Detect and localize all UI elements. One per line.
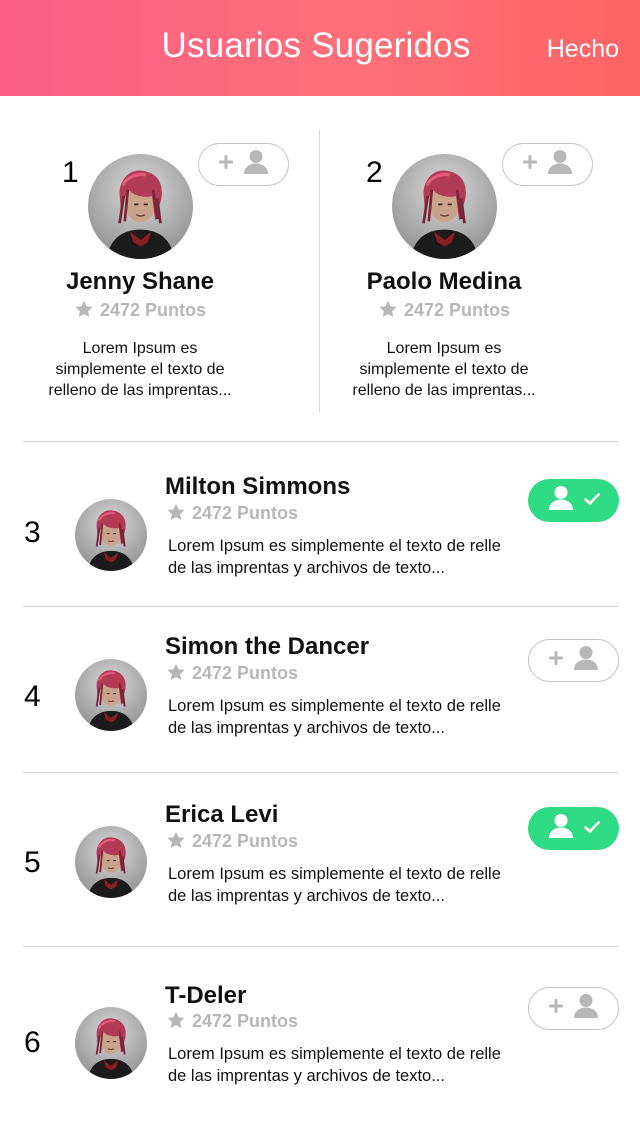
user-points: 2472 Puntos bbox=[166, 1011, 298, 1035]
follow-button[interactable] bbox=[528, 987, 619, 1030]
user-points: 2472 Puntos bbox=[166, 831, 298, 855]
plus-icon bbox=[522, 155, 537, 174]
points-label: 2472 Puntos bbox=[192, 663, 299, 683]
avatar[interactable] bbox=[75, 499, 147, 571]
check-icon bbox=[583, 492, 600, 510]
list-item[interactable]: 4 Simon the Dancer 2472 Puntos Lorem Ips… bbox=[0, 607, 640, 772]
points-label: 2472 Puntos bbox=[192, 831, 299, 851]
description-line: Lorem Ipsum es bbox=[386, 340, 502, 357]
points-label: 2472 Puntos bbox=[192, 503, 299, 523]
user-description: Lorem Ipsum es simplemente el texto de r… bbox=[334, 338, 554, 401]
page-title: Usuarios Sugeridos bbox=[161, 26, 471, 65]
list-item[interactable]: 3 Milton Simmons 2472 Puntos Lorem Ipsum… bbox=[0, 442, 640, 606]
avatar[interactable] bbox=[88, 154, 193, 259]
description-line: Lorem Ipsum es simplemente el texto de r… bbox=[168, 697, 501, 715]
user-name[interactable]: Milton Simmons bbox=[165, 473, 350, 501]
description-line: de las imprentas y archivos de texto... bbox=[168, 559, 445, 577]
user-points: 2472 Puntos bbox=[304, 300, 584, 324]
description-line: simplemente el texto de bbox=[55, 361, 225, 378]
description-line: relleno de las imprentas... bbox=[352, 382, 536, 399]
description-line: simplemente el texto de bbox=[359, 361, 529, 378]
description-line: Lorem Ipsum es simplemente el texto de r… bbox=[168, 537, 501, 555]
user-name[interactable]: Paolo Medina bbox=[304, 268, 584, 296]
rank-number: 1 bbox=[62, 156, 79, 189]
star-icon bbox=[166, 663, 186, 687]
user-icon bbox=[573, 993, 599, 1024]
avatar[interactable] bbox=[75, 826, 147, 898]
description-line: Lorem Ipsum es simplemente el texto de r… bbox=[168, 865, 501, 883]
plus-icon bbox=[548, 999, 563, 1018]
list-item[interactable]: 5 Erica Levi 2472 Puntos Lorem Ipsum es … bbox=[0, 773, 640, 946]
user-name[interactable]: Jenny Shane bbox=[0, 268, 280, 296]
star-icon bbox=[166, 831, 186, 855]
done-button[interactable]: Hecho bbox=[547, 35, 619, 64]
description-line: de las imprentas y archivos de texto... bbox=[168, 1067, 445, 1085]
points-label: 2472 Puntos bbox=[99, 300, 207, 320]
user-description: Lorem Ipsum es simplemente el texto de r… bbox=[168, 695, 528, 739]
avatar[interactable] bbox=[75, 659, 147, 731]
rank-number: 6 bbox=[24, 1026, 41, 1059]
follow-button[interactable] bbox=[528, 639, 619, 682]
user-description: Lorem Ipsum es simplemente el texto de r… bbox=[168, 863, 528, 907]
plus-icon bbox=[548, 651, 563, 670]
follow-button[interactable] bbox=[502, 143, 593, 186]
user-icon bbox=[547, 149, 573, 180]
user-icon bbox=[548, 485, 574, 516]
list-item[interactable]: 6 T-Deler 2472 Puntos Lorem Ipsum es sim… bbox=[0, 947, 640, 1127]
user-description: Lorem Ipsum es simplemente el texto de r… bbox=[30, 338, 250, 401]
check-icon bbox=[583, 820, 600, 838]
follow-button[interactable] bbox=[528, 479, 619, 522]
avatar[interactable] bbox=[75, 1007, 147, 1079]
rank-number: 5 bbox=[24, 846, 41, 879]
featured-user-card[interactable]: 1 Jenny Shane 2472 Puntos Lorem Ipsum es… bbox=[0, 128, 320, 412]
user-points: 2472 Puntos bbox=[166, 663, 298, 687]
star-icon bbox=[166, 1011, 186, 1035]
user-icon bbox=[243, 149, 269, 180]
user-description: Lorem Ipsum es simplemente el texto de r… bbox=[168, 535, 528, 579]
description-line: Lorem Ipsum es bbox=[82, 340, 198, 357]
app-header: Usuarios Sugeridos Hecho bbox=[0, 0, 640, 96]
avatar[interactable] bbox=[392, 154, 497, 259]
user-icon bbox=[548, 813, 574, 844]
user-name[interactable]: Simon the Dancer bbox=[165, 633, 369, 661]
user-name[interactable]: Erica Levi bbox=[165, 801, 278, 829]
description-line: de las imprentas y archivos de texto... bbox=[168, 887, 445, 905]
user-icon bbox=[573, 645, 599, 676]
rank-number: 4 bbox=[24, 680, 41, 713]
points-label: 2472 Puntos bbox=[403, 300, 511, 320]
follow-button[interactable] bbox=[198, 143, 289, 186]
user-name[interactable]: T-Deler bbox=[165, 982, 246, 1010]
description-line: relleno de las imprentas... bbox=[48, 382, 232, 399]
featured-user-card[interactable]: 2 Paolo Medina 2472 Puntos Lorem Ipsum e… bbox=[320, 128, 640, 412]
description-line: Lorem Ipsum es simplemente el texto de r… bbox=[168, 1045, 501, 1063]
follow-button[interactable] bbox=[528, 807, 619, 850]
user-points: 2472 Puntos bbox=[166, 503, 298, 527]
user-description: Lorem Ipsum es simplemente el texto de r… bbox=[168, 1043, 528, 1087]
star-icon bbox=[378, 300, 398, 324]
description-line: de las imprentas y archivos de texto... bbox=[168, 719, 445, 737]
star-icon bbox=[166, 503, 186, 527]
user-points: 2472 Puntos bbox=[0, 300, 280, 324]
rank-number: 2 bbox=[366, 156, 383, 189]
star-icon bbox=[74, 300, 94, 324]
points-label: 2472 Puntos bbox=[192, 1011, 299, 1031]
rank-number: 3 bbox=[24, 516, 41, 549]
plus-icon bbox=[218, 155, 233, 174]
